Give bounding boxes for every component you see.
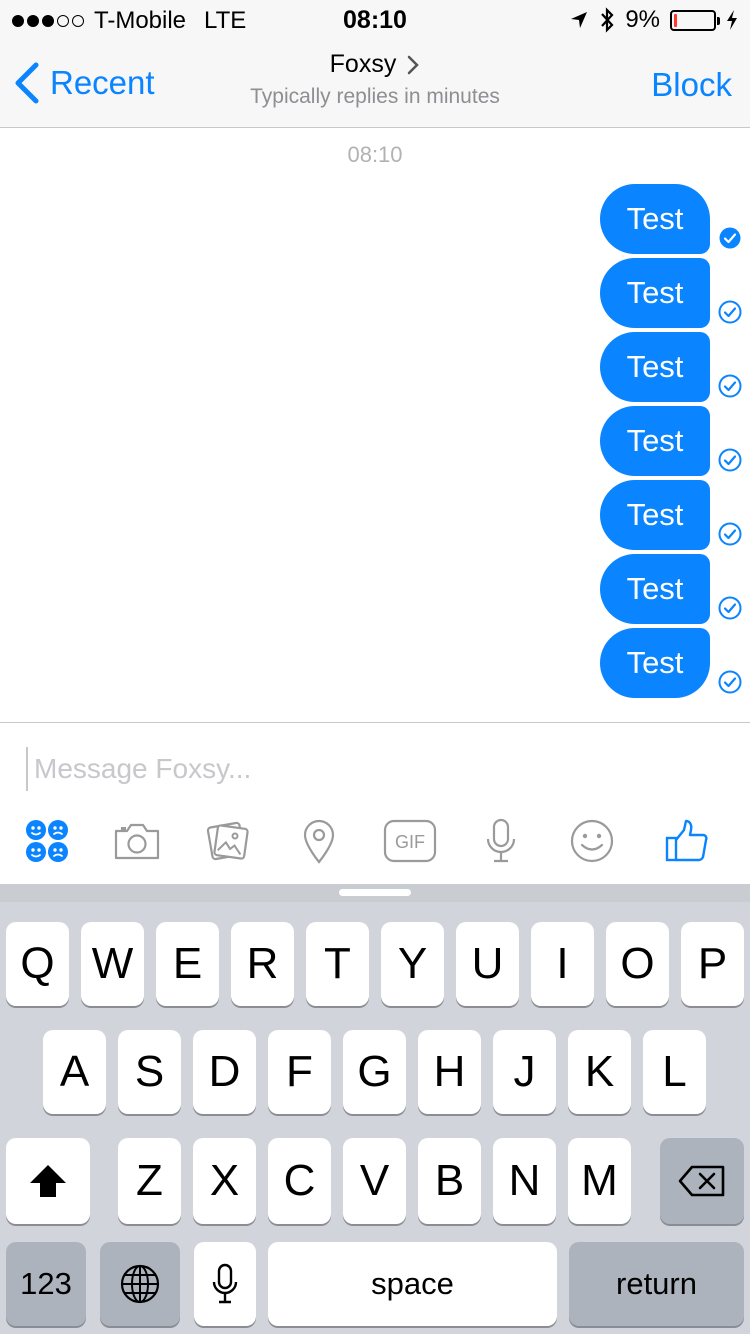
- message-thread[interactable]: 08:10 Test Test Test Test Test Test Test: [0, 128, 750, 722]
- delete-key[interactable]: [660, 1138, 744, 1224]
- battery-icon: [670, 9, 720, 31]
- key-o[interactable]: O: [606, 922, 669, 1006]
- message-bubble[interactable]: Test: [600, 184, 710, 254]
- message-bubble[interactable]: Test: [600, 554, 710, 624]
- battery-fill: [674, 13, 678, 27]
- stickers-icon[interactable]: [19, 813, 75, 869]
- key-p[interactable]: P: [681, 922, 744, 1006]
- key-s[interactable]: S: [118, 1030, 181, 1114]
- key-k[interactable]: K: [568, 1030, 631, 1114]
- message-bubble[interactable]: Test: [600, 258, 710, 328]
- key-t[interactable]: T: [306, 922, 369, 1006]
- navigation-bar: Recent Foxsy Typically replies in minute…: [0, 40, 750, 128]
- key-h[interactable]: H: [418, 1030, 481, 1114]
- conversation-title-area[interactable]: Foxsy Typically replies in minutes: [0, 50, 750, 109]
- key-j[interactable]: J: [493, 1030, 556, 1114]
- key-n[interactable]: N: [493, 1138, 556, 1224]
- key-l[interactable]: L: [643, 1030, 706, 1114]
- delivered-check-icon: [718, 374, 742, 398]
- bluetooth-icon: [601, 7, 614, 33]
- key-c[interactable]: C: [268, 1138, 331, 1224]
- key-q[interactable]: Q: [6, 922, 69, 1006]
- shift-key[interactable]: [6, 1138, 90, 1224]
- location-arrow-icon: [571, 12, 588, 28]
- block-button[interactable]: Block: [651, 66, 732, 104]
- delivered-check-icon: [718, 448, 742, 472]
- status-bar: T-Mobile LTE 08:10 9%: [0, 0, 750, 40]
- message-bubble[interactable]: Test: [600, 406, 710, 476]
- gif-icon[interactable]: GIF: [382, 813, 438, 869]
- key-g[interactable]: G: [343, 1030, 406, 1114]
- location-icon[interactable]: [291, 813, 347, 869]
- delivered-check-icon: [718, 596, 742, 620]
- return-key[interactable]: return: [569, 1242, 744, 1326]
- delivered-check-icon: [718, 522, 742, 546]
- key-m[interactable]: M: [568, 1138, 631, 1224]
- key-u[interactable]: U: [456, 922, 519, 1006]
- emoji-icon[interactable]: [564, 813, 620, 869]
- key-b[interactable]: B: [418, 1138, 481, 1224]
- key-a[interactable]: A: [43, 1030, 106, 1114]
- message-bubble[interactable]: Test: [600, 628, 710, 698]
- contact-name: Foxsy: [329, 50, 397, 78]
- space-key[interactable]: space: [268, 1242, 557, 1326]
- message-bubble[interactable]: Test: [600, 480, 710, 550]
- key-i[interactable]: I: [531, 922, 594, 1006]
- composer: GIF: [0, 722, 750, 884]
- globe-key[interactable]: [100, 1242, 180, 1326]
- key-x[interactable]: X: [193, 1138, 256, 1224]
- key-f[interactable]: F: [268, 1030, 331, 1114]
- shift-icon: [30, 1165, 66, 1197]
- camera-icon[interactable]: [109, 813, 165, 869]
- conversation-title[interactable]: Foxsy: [330, 50, 421, 79]
- charging-bolt-icon: [727, 10, 737, 30]
- delivered-check-icon: [718, 670, 742, 694]
- key-v[interactable]: V: [343, 1138, 406, 1224]
- globe-icon: [120, 1264, 160, 1304]
- key-r[interactable]: R: [231, 922, 294, 1006]
- keyboard-drag-handle[interactable]: [339, 889, 411, 896]
- microphone-icon: [212, 1263, 238, 1304]
- gif-label: GIF: [395, 832, 425, 852]
- response-time-subtitle: Typically replies in minutes: [250, 85, 500, 108]
- microphone-icon[interactable]: [473, 813, 529, 869]
- thumbs-up-icon[interactable]: [659, 813, 715, 869]
- battery-percent: 9%: [625, 6, 660, 33]
- status-right: 9%: [569, 6, 738, 34]
- thread-timestamp: 08:10: [347, 142, 403, 167]
- seen-check-icon: [719, 227, 741, 249]
- chevron-right-icon: [408, 55, 420, 74]
- key-w[interactable]: W: [81, 922, 144, 1006]
- composer-toolbar: GIF: [0, 813, 750, 873]
- keyboard: QWERTYUIOP ASDFGHJKL ZXCVBNM 123 space r…: [0, 884, 750, 1334]
- gallery-icon[interactable]: [200, 813, 256, 869]
- key-y[interactable]: Y: [381, 922, 444, 1006]
- numbers-key[interactable]: 123: [6, 1242, 86, 1326]
- key-d[interactable]: D: [193, 1030, 256, 1114]
- key-z[interactable]: Z: [118, 1138, 181, 1224]
- message-input[interactable]: [26, 747, 726, 791]
- dictation-key[interactable]: [194, 1242, 256, 1326]
- delivered-check-icon: [718, 300, 742, 324]
- key-e[interactable]: E: [156, 922, 219, 1006]
- backspace-icon: [678, 1165, 725, 1197]
- message-bubble[interactable]: Test: [600, 332, 710, 402]
